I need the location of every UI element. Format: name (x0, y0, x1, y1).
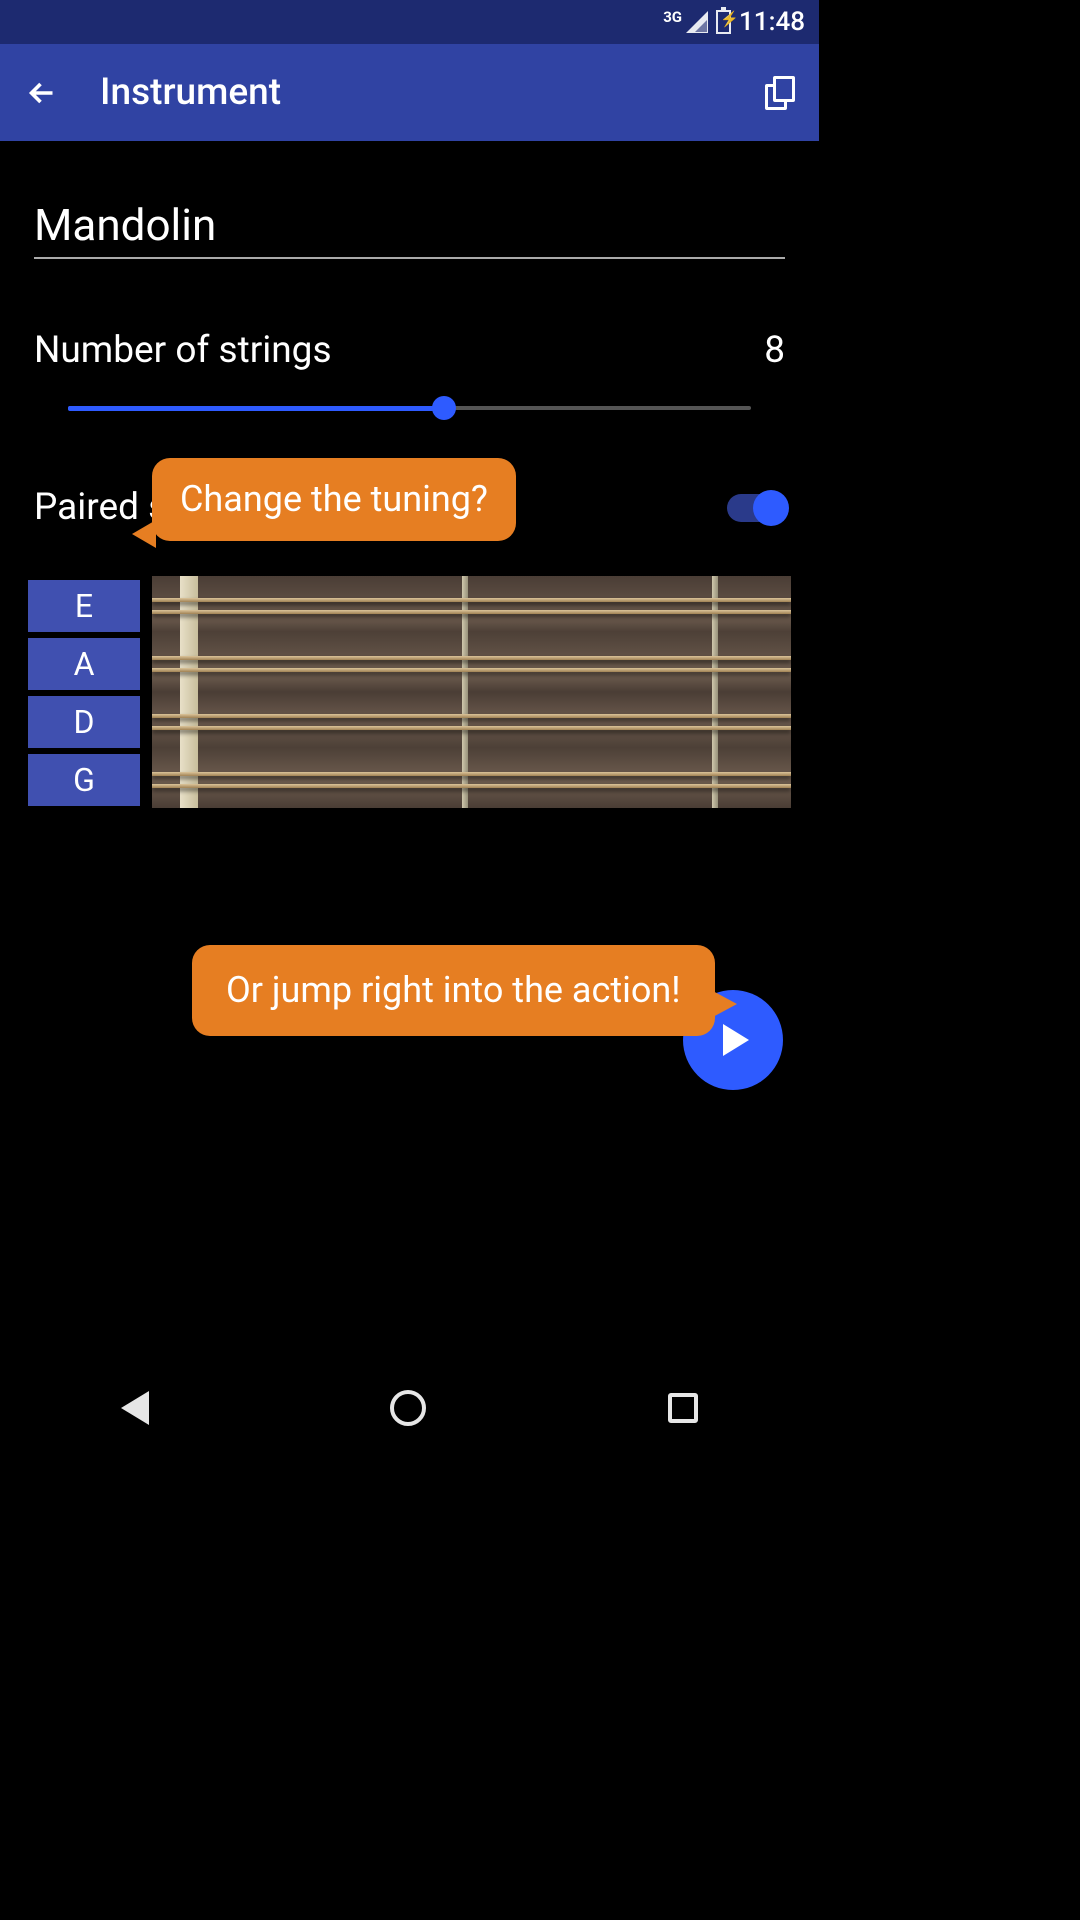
battery-icon: ⚡ (716, 10, 731, 34)
string-1 (152, 598, 791, 602)
string-7 (152, 772, 791, 776)
string-2 (152, 610, 791, 614)
paired-toggle[interactable] (727, 494, 785, 522)
signal-icon (686, 11, 708, 33)
nav-back-button[interactable] (121, 1391, 149, 1425)
note-button-a[interactable]: A (28, 638, 140, 690)
back-arrow-icon[interactable] (24, 75, 60, 111)
string-5 (152, 714, 791, 718)
tooltip-tuning: Change the tuning? (152, 458, 516, 541)
strings-label: Number of strings (34, 329, 332, 372)
copy-icon[interactable] (765, 76, 795, 110)
tooltip-action: Or jump right into the action! (192, 945, 715, 1036)
app-bar: Instrument (0, 44, 819, 141)
clock: 11:48 (739, 7, 805, 37)
app-title: Instrument (100, 71, 725, 114)
network-type: 3G (663, 8, 682, 26)
instrument-name-input[interactable] (34, 193, 785, 259)
play-icon (723, 1024, 749, 1056)
note-button-d[interactable]: D (28, 696, 140, 748)
string-8 (152, 784, 791, 788)
navigation-bar (0, 1360, 819, 1456)
nav-recent-button[interactable] (668, 1393, 698, 1423)
fretboard[interactable] (152, 576, 791, 808)
string-6 (152, 726, 791, 730)
note-button-g[interactable]: G (28, 754, 140, 806)
nav-home-button[interactable] (390, 1390, 426, 1426)
strings-slider[interactable] (68, 396, 751, 420)
note-button-e[interactable]: E (28, 580, 140, 632)
string-4 (152, 668, 791, 672)
status-bar: 3G ⚡ 11:48 (0, 0, 819, 44)
string-3 (152, 656, 791, 660)
strings-value: 8 (764, 329, 785, 372)
fretboard-area: E A D G (28, 576, 791, 808)
